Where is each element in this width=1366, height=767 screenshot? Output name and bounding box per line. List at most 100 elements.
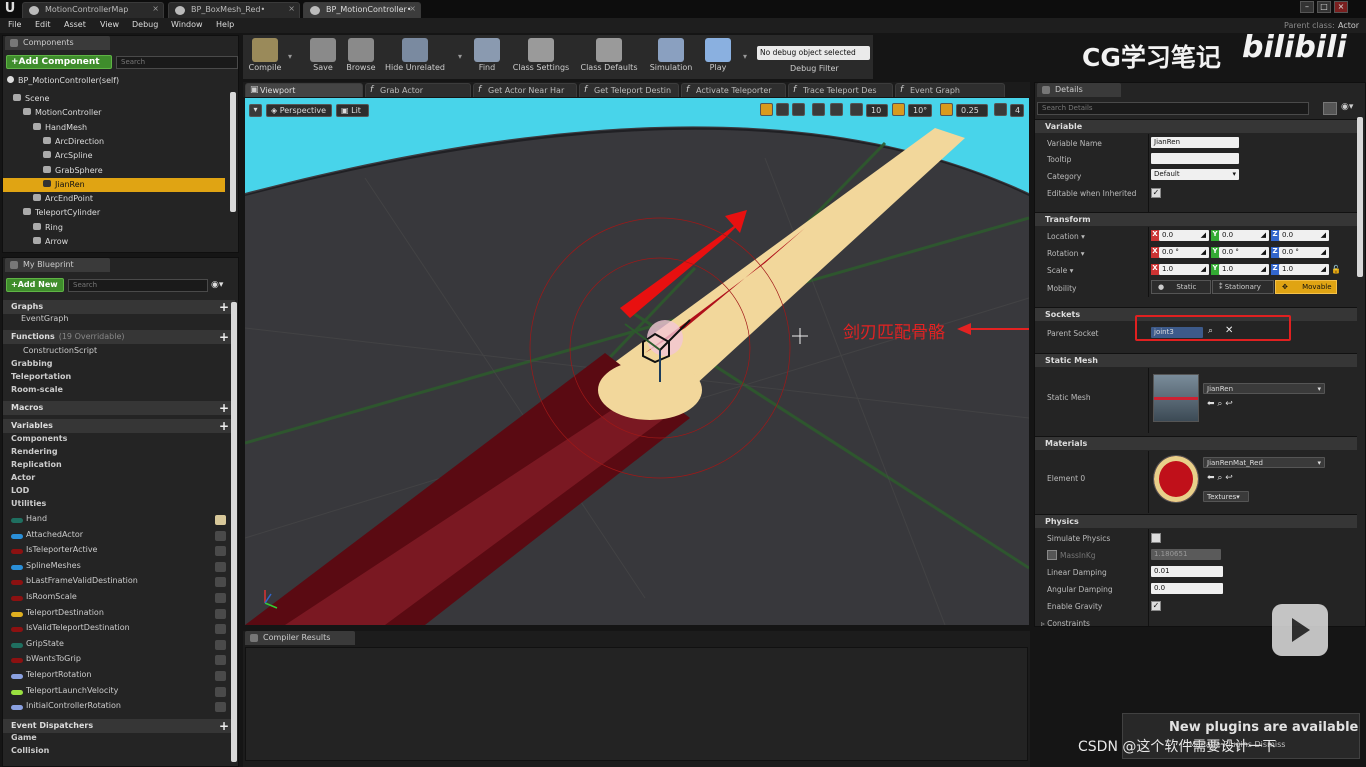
scale-z-field[interactable]: 1.0 ◢ — [1279, 264, 1329, 275]
section-functions[interactable]: Functions (19 Overridable) + — [3, 330, 235, 344]
property-matrix-icon[interactable] — [1323, 102, 1337, 115]
tab-viewport[interactable]: ▣ Viewport — [245, 83, 363, 97]
find-button[interactable]: Find — [473, 38, 501, 76]
add-icon[interactable]: + — [219, 719, 229, 733]
linear-damping-field[interactable]: 0.01 — [1151, 566, 1223, 577]
variable-category[interactable]: Components — [11, 434, 67, 443]
viewport-options-button[interactable]: ▾ — [249, 104, 262, 117]
variable-item[interactable]: InitialControllerRotation — [11, 701, 121, 715]
class-settings-button[interactable]: Class Settings — [510, 38, 572, 76]
menu-edit[interactable]: Edit — [35, 20, 51, 29]
rotation-y-field[interactable]: 0.0 ° ◢ — [1219, 247, 1269, 258]
mass-override-checkbox[interactable] — [1047, 550, 1057, 560]
textures-button[interactable]: Textures▾ — [1203, 491, 1249, 502]
visibility-eye-icon[interactable] — [215, 608, 226, 619]
coord-space-icon[interactable] — [812, 103, 825, 116]
simulate-physics-checkbox[interactable] — [1151, 533, 1161, 543]
visibility-eye-icon[interactable] — [215, 655, 226, 666]
component-item[interactable]: ArcEndPoint — [3, 192, 225, 206]
visibility-eye-icon[interactable] — [215, 577, 226, 588]
menu-debug[interactable]: Debug — [132, 20, 158, 29]
rotation-snap-icon[interactable] — [892, 103, 905, 116]
graph-item[interactable]: EventGraph — [21, 314, 68, 323]
scale-x-field[interactable]: 1.0 ◢ — [1159, 264, 1209, 275]
variable-category[interactable]: Rendering — [11, 447, 58, 456]
component-item[interactable]: MotionController — [3, 106, 225, 120]
function-item[interactable]: Teleportation — [11, 372, 71, 381]
parent-class-value[interactable]: Actor — [1338, 21, 1359, 30]
component-item[interactable]: Ring — [3, 221, 225, 235]
lit-button[interactable]: ▣ Lit — [336, 104, 369, 117]
tab-event-graph[interactable]: f Event Graph — [895, 83, 1005, 97]
rotation-label[interactable]: Rotation ▾ — [1047, 249, 1085, 258]
variable-item[interactable]: bWantsToGrip — [11, 654, 81, 668]
location-label[interactable]: Location ▾ — [1047, 232, 1085, 241]
tab-get-actor-near-har[interactable]: f Get Actor Near Har — [473, 83, 577, 97]
variable-item[interactable]: IsTeleporterActive — [11, 545, 97, 559]
blueprint-scrollbar[interactable] — [231, 302, 237, 762]
variable-item[interactable]: bLastFrameValidDestination — [11, 576, 138, 590]
section-materials[interactable]: Materials — [1035, 436, 1357, 450]
dispatcher-category[interactable]: Game — [11, 733, 37, 742]
category-select[interactable]: Default ▾ — [1151, 169, 1239, 180]
variable-item[interactable]: SplineMeshes — [11, 561, 81, 575]
angular-damping-field[interactable]: 0.0 — [1151, 583, 1223, 594]
variable-item[interactable]: TeleportLaunchVelocity — [11, 686, 118, 700]
lock-icon[interactable]: 🔓 — [1331, 265, 1341, 274]
component-item[interactable]: Scene — [3, 92, 225, 106]
rotate-icon[interactable] — [776, 103, 789, 116]
menu-asset[interactable]: Asset — [64, 20, 86, 29]
component-item[interactable]: JianRen — [3, 177, 225, 192]
mass-field[interactable]: 1.180651 — [1151, 549, 1221, 560]
mobility-stationary-button[interactable]: ⁑ Stationary — [1212, 280, 1274, 294]
visibility-eye-icon[interactable] — [215, 530, 226, 541]
tab-activate-teleporter[interactable]: f Activate Teleporter — [681, 83, 786, 97]
add-icon[interactable]: + — [219, 419, 229, 433]
add-new-button[interactable]: +Add New — [6, 278, 64, 292]
section-physics[interactable]: Physics — [1035, 514, 1357, 528]
chevron-down-icon[interactable]: ▾ — [458, 52, 462, 61]
tab-trace-teleport-des[interactable]: f Trace Teleport Des — [788, 83, 893, 97]
add-component-button[interactable]: +Add Component — [6, 55, 112, 69]
material-browse-icon[interactable]: ⬅ ⌕ ↩ — [1207, 473, 1233, 483]
rotation-x-field[interactable]: 0.0 ° ◢ — [1159, 247, 1209, 258]
scale-snap-icon[interactable] — [940, 103, 953, 116]
tab-bp-motioncontroller[interactable]: BP_MotionController• × — [303, 2, 421, 18]
constraints-label[interactable]: ▹ Constraints — [1041, 619, 1090, 626]
tab-motioncontrollermap[interactable]: MotionControllerMap × — [22, 2, 164, 18]
section-event-dispatchers[interactable]: Event Dispatchers + — [3, 718, 235, 733]
add-icon[interactable]: + — [219, 330, 229, 344]
camera-speed-value[interactable]: 4 — [1010, 104, 1024, 117]
simulation-button[interactable]: Simulation — [648, 38, 694, 76]
variable-category[interactable]: Replication — [11, 460, 62, 469]
variable-item[interactable]: IsRoomScale — [11, 592, 77, 606]
class-defaults-button[interactable]: Class Defaults — [578, 38, 640, 76]
root-component[interactable]: BP_MotionController(self) — [7, 74, 119, 88]
visibility-eye-icon[interactable] — [215, 686, 226, 697]
components-tab[interactable]: Components — [5, 36, 110, 50]
close-icon[interactable]: × — [409, 4, 416, 13]
add-icon[interactable]: + — [219, 401, 229, 415]
tooltip-field[interactable] — [1151, 153, 1239, 164]
translate-icon[interactable] — [760, 103, 773, 116]
close-window-button[interactable]: × — [1334, 1, 1348, 13]
variable-name-field[interactable]: JianRen — [1151, 137, 1239, 148]
visibility-eye-icon[interactable] — [215, 561, 226, 572]
mobility-static-button[interactable]: ● Static — [1151, 280, 1211, 294]
tab-get-teleport-destin[interactable]: f Get Teleport Destin — [579, 83, 679, 97]
variable-category[interactable]: Actor — [11, 473, 35, 482]
variable-item[interactable]: Hand — [11, 514, 47, 528]
details-tab[interactable]: Details — [1037, 83, 1121, 97]
compiler-results-tab[interactable]: Compiler Results — [245, 631, 355, 645]
section-variables[interactable]: Variables + — [3, 419, 235, 433]
component-item[interactable]: HandMesh — [3, 121, 225, 135]
visibility-eye-icon[interactable]: ◉▾ — [211, 280, 223, 290]
scale-y-field[interactable]: 1.0 ◢ — [1219, 264, 1269, 275]
close-icon[interactable]: × — [288, 4, 295, 13]
component-item[interactable]: ArcSpline — [3, 149, 225, 163]
scale-icon[interactable] — [792, 103, 805, 116]
dispatcher-category[interactable]: Collision — [11, 746, 49, 755]
function-item[interactable]: Grabbing — [11, 359, 53, 368]
variable-item[interactable]: TeleportRotation — [11, 670, 91, 684]
visibility-eye-icon[interactable] — [215, 639, 226, 650]
